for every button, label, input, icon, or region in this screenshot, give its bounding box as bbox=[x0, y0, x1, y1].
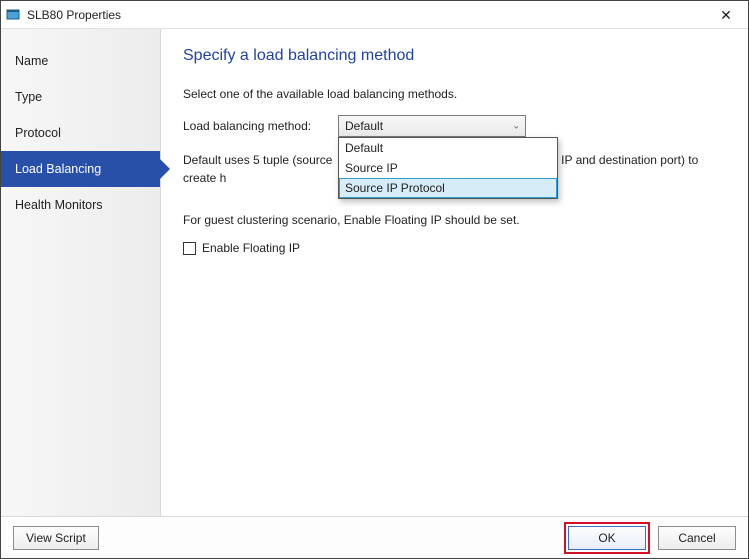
properties-dialog: SLB80 Properties ✕ Name Type Protocol Lo… bbox=[0, 0, 749, 559]
method-option-default[interactable]: Default bbox=[339, 138, 557, 158]
sidebar-item-load-balancing[interactable]: Load Balancing bbox=[1, 151, 160, 187]
view-script-button[interactable]: View Script bbox=[13, 526, 99, 550]
floating-ip-checkbox[interactable] bbox=[183, 242, 196, 255]
floating-ip-label[interactable]: Enable Floating IP bbox=[202, 241, 300, 255]
intro-text: Select one of the available load balanci… bbox=[183, 87, 720, 101]
dialog-body: Name Type Protocol Load Balancing Health… bbox=[1, 29, 748, 516]
method-label: Load balancing method: bbox=[183, 119, 338, 133]
method-dropdown: Default Source IP Source IP Protocol bbox=[338, 137, 558, 199]
ok-button-highlight: OK bbox=[564, 522, 650, 554]
cancel-button[interactable]: Cancel bbox=[658, 526, 736, 550]
sidebar-item-type[interactable]: Type bbox=[1, 79, 160, 115]
floating-ip-row: Enable Floating IP bbox=[183, 241, 720, 255]
sidebar-item-health-monitors[interactable]: Health Monitors bbox=[1, 187, 160, 223]
app-icon bbox=[5, 7, 21, 23]
sidebar-item-name[interactable]: Name bbox=[1, 43, 160, 79]
desc-fragment-pre: Default uses 5 tuple (source bbox=[183, 153, 332, 167]
ok-button[interactable]: OK bbox=[568, 526, 646, 550]
method-combo[interactable]: Default ⌄ Default Source IP Source IP Pr… bbox=[338, 115, 526, 137]
method-combo-display[interactable]: Default ⌄ bbox=[338, 115, 526, 137]
method-row: Load balancing method: Default ⌄ Default… bbox=[183, 115, 720, 137]
method-option-source-ip[interactable]: Source IP bbox=[339, 158, 557, 178]
window-title: SLB80 Properties bbox=[27, 8, 710, 22]
content-pane: Specify a load balancing method Select o… bbox=[161, 29, 748, 516]
footer: View Script OK Cancel bbox=[1, 516, 748, 558]
titlebar: SLB80 Properties ✕ bbox=[1, 1, 748, 29]
chevron-down-icon: ⌄ bbox=[512, 121, 520, 132]
method-selected-value: Default bbox=[345, 119, 383, 133]
page-title: Specify a load balancing method bbox=[183, 47, 720, 65]
method-option-source-ip-protocol[interactable]: Source IP Protocol bbox=[339, 178, 557, 198]
floating-note: For guest clustering scenario, Enable Fl… bbox=[183, 213, 720, 227]
sidebar-item-protocol[interactable]: Protocol bbox=[1, 115, 160, 151]
sidebar: Name Type Protocol Load Balancing Health… bbox=[1, 29, 161, 516]
close-icon[interactable]: ✕ bbox=[710, 8, 742, 22]
